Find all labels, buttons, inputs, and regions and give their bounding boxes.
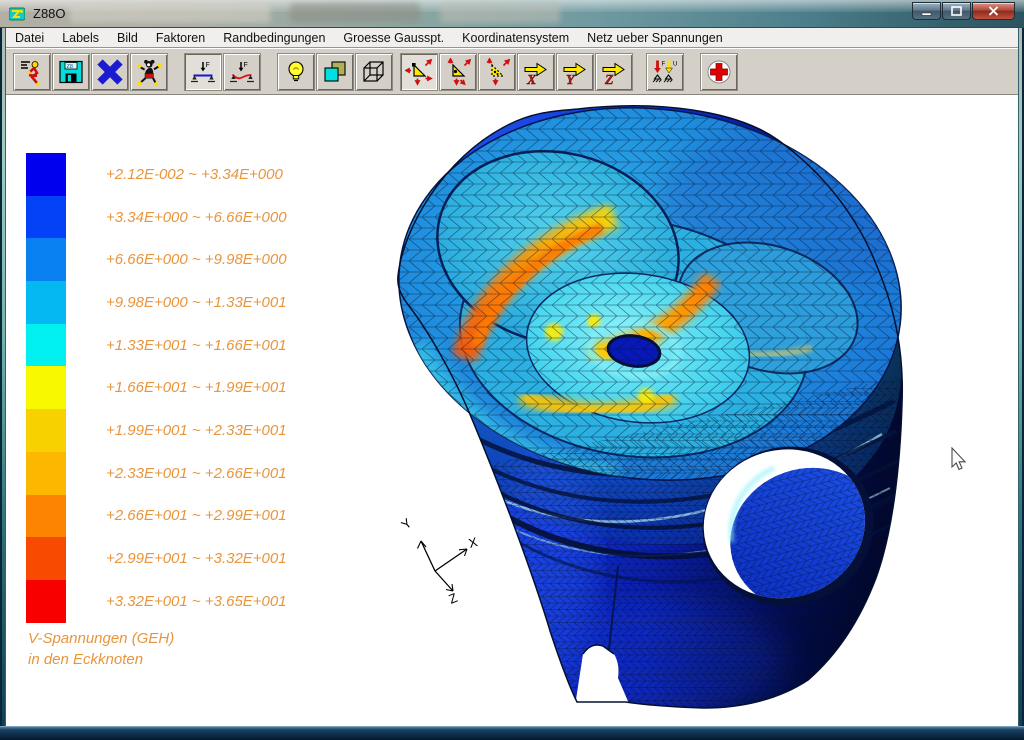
deformed-structure-button[interactable]: F <box>223 53 261 91</box>
glass-reflection <box>290 3 420 23</box>
z88o-window: Z88O DateiLabelsBildFaktorenRandbedingun… <box>0 0 1024 740</box>
svg-text:X: X <box>526 73 537 86</box>
y-axis-label: Y <box>398 515 415 532</box>
minimize-button[interactable] <box>912 2 941 20</box>
title-bar[interactable]: Z88O <box>0 0 1024 28</box>
wireframe-button[interactable] <box>355 53 393 91</box>
undeformed-structure-button[interactable]: F <box>184 53 222 91</box>
open-run-icon <box>18 58 46 86</box>
zoom-pick-icon <box>444 58 472 86</box>
coordinate-triad <box>418 541 468 591</box>
svg-text:Y: Y <box>566 73 576 86</box>
blue-saltire-icon <box>96 58 124 86</box>
zoom-dotted-icon <box>483 58 511 86</box>
glass-reflection <box>440 3 560 23</box>
z-axis-label: Z <box>447 590 460 607</box>
hidden-surfaces-icon <box>321 58 349 86</box>
red-cross-icon <box>705 58 733 86</box>
deformed-structure-icon: F <box>228 58 256 86</box>
move-z-button[interactable]: Z <box>595 53 633 91</box>
open-run-button[interactable] <box>13 53 51 91</box>
window-title: Z88O <box>33 6 66 21</box>
toolbar: Z8 F <box>6 49 1018 95</box>
mouse-cursor <box>952 448 965 470</box>
app-icon <box>9 6 25 22</box>
piston-fem-mesh: Y X Z <box>6 96 1018 726</box>
svg-text:Z: Z <box>604 73 614 86</box>
light-bulb-icon <box>282 58 310 86</box>
graphics-canvas: +2.12E-002 ~ +3.34E+000+3.34E+000 ~ +6.6… <box>6 96 1018 726</box>
glass-reflection <box>70 3 270 23</box>
x-axis-label: X <box>467 534 480 551</box>
svg-text:F: F <box>662 61 666 67</box>
zoom-all-button[interactable] <box>400 53 438 91</box>
move-x-button[interactable]: X <box>517 53 555 91</box>
zoom-all-icon <box>405 58 433 86</box>
surfaces-button[interactable] <box>316 53 354 91</box>
move-y-button[interactable]: Y <box>556 53 594 91</box>
move-x-icon: X <box>522 58 550 86</box>
menu-item-bild[interactable]: Bild <box>108 29 147 47</box>
close-button[interactable] <box>972 2 1015 20</box>
move-z-icon: Z <box>600 58 628 86</box>
exit-figure-icon <box>135 58 163 86</box>
menu-item-groesse-gausspt[interactable]: Groesse Gausspt. <box>334 29 453 47</box>
loads-button[interactable]: F U <box>646 53 684 91</box>
svg-text:F: F <box>244 62 248 69</box>
svg-text:U: U <box>673 61 677 67</box>
zoom-dotted-button[interactable] <box>478 53 516 91</box>
wireframe-cube-icon <box>360 58 388 86</box>
save-floppy-icon: Z8 <box>57 58 85 86</box>
triad-labels: Y X Z <box>398 515 479 607</box>
svg-text:F: F <box>206 62 210 69</box>
menu-item-randbedingungen[interactable]: Randbedingungen <box>214 29 334 47</box>
menu-item-labels[interactable]: Labels <box>53 29 108 47</box>
move-y-icon: Y <box>561 58 589 86</box>
menu-item-faktoren[interactable]: Faktoren <box>147 29 214 47</box>
help-button[interactable] <box>700 53 738 91</box>
loads-fu-icon: F U <box>651 58 679 86</box>
window-border-right <box>1018 28 1024 726</box>
window-border-left <box>0 28 6 726</box>
light-button[interactable] <box>277 53 315 91</box>
svg-text:Z8: Z8 <box>67 64 73 70</box>
maximize-button[interactable] <box>942 2 971 20</box>
zoom-pick-button[interactable] <box>439 53 477 91</box>
menu-bar: DateiLabelsBildFaktorenRandbedingungenGr… <box>6 28 1018 48</box>
menu-item-datei[interactable]: Datei <box>6 29 53 47</box>
menu-item-netz-ueber-spannungen[interactable]: Netz ueber Spannungen <box>578 29 732 47</box>
exit-button[interactable] <box>130 53 168 91</box>
window-border-bottom <box>0 726 1024 740</box>
undeformed-structure-icon: F <box>189 58 217 86</box>
save-button[interactable]: Z8 <box>52 53 90 91</box>
menu-item-koordinatensystem[interactable]: Koordinatensystem <box>453 29 578 47</box>
blue-cross-button[interactable] <box>91 53 129 91</box>
